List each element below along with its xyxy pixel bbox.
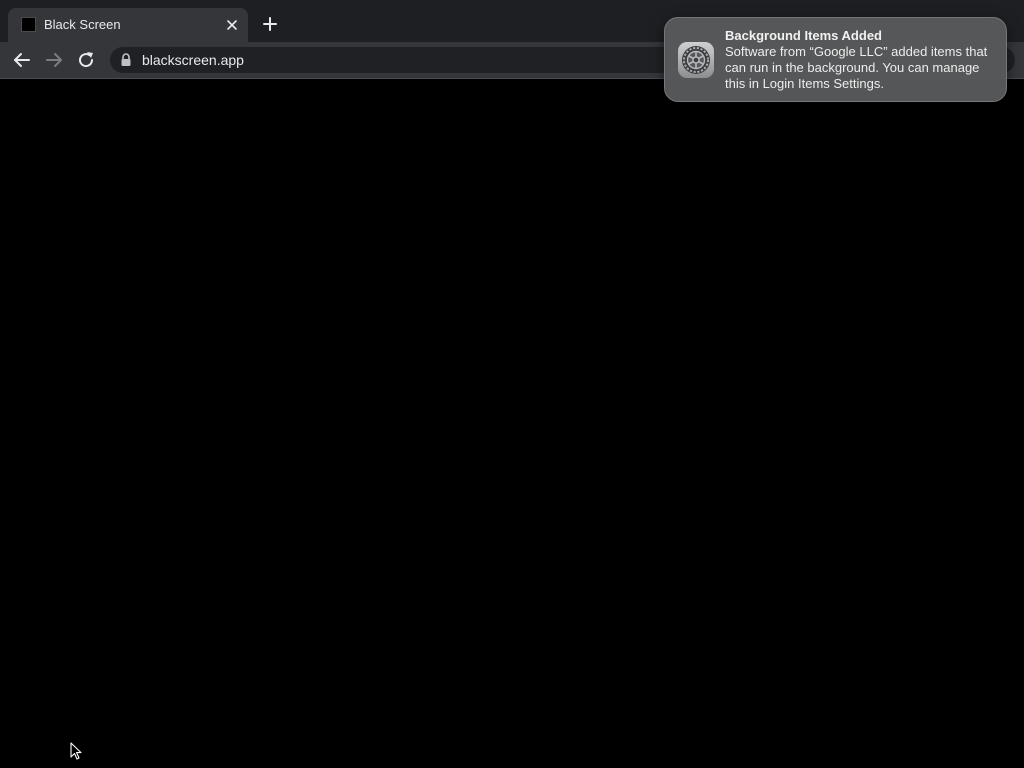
close-icon[interactable]	[223, 16, 241, 34]
system-settings-gear-icon	[677, 41, 715, 79]
tab-title: Black Screen	[44, 17, 121, 32]
plus-icon[interactable]	[259, 13, 281, 35]
lock-icon[interactable]	[120, 53, 132, 67]
favicon-icon	[21, 17, 36, 32]
arrow-left-icon[interactable]	[10, 48, 34, 72]
notification-body: Software from “Google LLC” added items t…	[725, 44, 988, 91]
arrow-right-icon[interactable]	[42, 48, 66, 72]
url-text[interactable]: blackscreen.app	[142, 52, 244, 68]
tab-black-screen[interactable]: Black Screen	[8, 8, 248, 42]
screen: Black Screen blackscreen.app Background …	[0, 0, 1024, 768]
mouse-pointer-icon	[70, 742, 82, 760]
page-content[interactable]	[0, 79, 1024, 768]
notification-banner[interactable]: Background Items Added Software from “Go…	[664, 17, 1007, 102]
reload-icon[interactable]	[74, 48, 98, 72]
notification-title: Background Items Added	[725, 28, 882, 43]
